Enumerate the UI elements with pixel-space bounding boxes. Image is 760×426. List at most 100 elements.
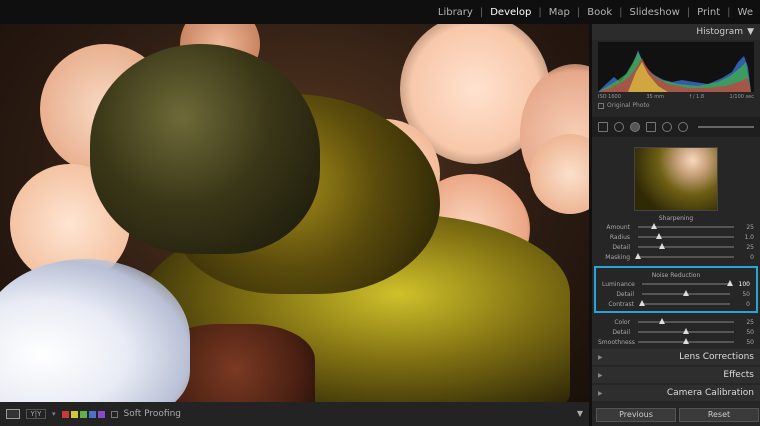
sharpening-slider-value[interactable]: 0	[738, 254, 754, 261]
reset-button[interactable]: Reset	[679, 408, 759, 422]
module-develop[interactable]: Develop	[483, 7, 538, 18]
loupe-view-icon[interactable]	[6, 409, 20, 419]
color-noise-slider-track[interactable]	[638, 338, 734, 344]
panel-lens-corrections[interactable]: ▶ Lens Corrections	[592, 349, 760, 365]
previous-button[interactable]: Previous	[596, 408, 676, 422]
original-photo-label: Original Photo	[607, 102, 650, 109]
red-eye-icon[interactable]	[630, 122, 640, 132]
luminance-slider-value[interactable]: 0	[734, 301, 750, 308]
color-noise-slider-label: Detail	[612, 328, 630, 336]
sharpening-slider-label: Detail	[612, 243, 630, 251]
luminance-sliders: Luminance 100 Detail 50 Contrast 0	[596, 279, 756, 309]
noise-reduction-highlight: Noise Reduction Luminance 100 Detail 50 Cont…	[594, 266, 758, 313]
module-library[interactable]: Library	[431, 7, 480, 18]
color-noise-slider-value[interactable]: 50	[738, 329, 754, 336]
sharpening-slider-value[interactable]: 1.0	[738, 234, 754, 241]
original-photo-checkbox[interactable]	[598, 102, 604, 109]
color-noise-slider-track[interactable]	[638, 318, 734, 324]
sharpening-slider-value[interactable]: 25	[738, 224, 754, 231]
color-noise-slider-thumb[interactable]	[683, 328, 689, 334]
sharpening-slider-row[interactable]: Masking 0	[592, 252, 760, 262]
color-noise-slider-thumb[interactable]	[659, 318, 665, 324]
tool-amount-slider[interactable]	[698, 126, 754, 128]
sharpening-slider-row[interactable]: Radius 1.0	[592, 232, 760, 242]
luminance-slider-track[interactable]	[642, 290, 730, 296]
develop-right-panel: Histogram ▼ ISO 1600 35 mm f / 1.8 1/100…	[589, 24, 760, 426]
color-noise-slider-value[interactable]: 50	[738, 339, 754, 346]
color-label-blue[interactable]	[88, 410, 96, 418]
luminance-slider-track[interactable]	[642, 280, 733, 286]
collapse-left-icon: ▶	[598, 389, 603, 397]
color-label-swatches	[61, 410, 105, 418]
soft-proofing-label: Soft Proofing	[123, 409, 182, 419]
luminance-slider-row[interactable]: Detail 50	[596, 289, 756, 299]
graduated-filter-icon[interactable]	[646, 122, 656, 132]
panel-camera-calibration[interactable]: ▶ Camera Calibration	[592, 385, 760, 401]
luminance-slider-track[interactable]	[639, 300, 730, 306]
color-noise-slider-row[interactable]: Smoothness 50	[592, 337, 760, 347]
sharpening-slider-value[interactable]: 25	[738, 244, 754, 251]
color-label-yellow[interactable]	[70, 410, 78, 418]
luminance-slider-thumb[interactable]	[639, 300, 645, 306]
spot-removal-icon[interactable]	[614, 122, 624, 132]
color-label-red[interactable]	[61, 410, 69, 418]
color-noise-slider-track[interactable]	[638, 328, 734, 334]
luminance-slider-row[interactable]: Contrast 0	[596, 299, 756, 309]
sharpening-slider-thumb[interactable]	[659, 243, 665, 249]
color-noise-slider-label: Color	[614, 318, 630, 326]
collapse-left-icon: ▶	[598, 353, 603, 361]
histogram-graph[interactable]	[598, 42, 754, 92]
luminance-slider-thumb[interactable]	[683, 290, 689, 296]
compare-view-button[interactable]: Y|Y	[26, 409, 46, 419]
iso-value: ISO 1600	[598, 94, 621, 100]
luminance-slider-label: Luminance	[602, 280, 635, 288]
sharpening-slider-track[interactable]	[638, 223, 734, 229]
sharpening-slider-row[interactable]: Amount 25	[592, 222, 760, 232]
original-photo-row[interactable]: Original Photo	[592, 100, 760, 111]
sharpening-slider-track[interactable]	[638, 233, 734, 239]
sharpening-slider-thumb[interactable]	[635, 253, 641, 259]
aperture-value: f / 1.8	[689, 94, 705, 100]
module-list: Library | Develop | Map | Book | Slidesh…	[431, 0, 760, 24]
collapse-triangle-icon[interactable]: ▼	[747, 27, 754, 37]
module-map[interactable]: Map	[542, 7, 577, 18]
module-slideshow[interactable]: Slideshow	[623, 7, 687, 18]
histogram-header[interactable]: Histogram ▼	[592, 24, 760, 40]
effects-label: Effects	[723, 370, 754, 380]
color-noise-slider-value[interactable]: 25	[738, 319, 754, 326]
luminance-slider-label: Detail	[616, 290, 634, 298]
module-picker-bar: Library | Develop | Map | Book | Slidesh…	[0, 0, 760, 24]
color-noise-slider-thumb[interactable]	[683, 338, 689, 344]
color-noise-slider-row[interactable]: Color 25	[592, 317, 760, 327]
sharpening-slider-track[interactable]	[638, 243, 734, 249]
toolbar-menu-icon[interactable]: ▼	[577, 409, 583, 418]
module-web[interactable]: We	[731, 7, 760, 18]
photo-canvas[interactable]	[0, 24, 589, 402]
luminance-slider-thumb[interactable]	[727, 280, 733, 286]
adjustment-brush-icon[interactable]	[678, 122, 688, 132]
radial-filter-icon[interactable]	[662, 122, 672, 132]
sharpening-slider-track[interactable]	[635, 253, 734, 259]
color-noise-sliders: Color 25 Detail 50 Smoothness 50	[592, 317, 760, 347]
color-label-purple[interactable]	[97, 410, 105, 418]
module-print[interactable]: Print	[690, 7, 727, 18]
sharpening-slider-label: Radius	[609, 233, 630, 241]
color-noise-slider-row[interactable]: Detail 50	[592, 327, 760, 337]
color-noise-slider-label: Smoothness	[598, 338, 635, 346]
module-book[interactable]: Book	[580, 7, 619, 18]
chevron-down-icon[interactable]: ▾	[52, 410, 56, 418]
sharpening-slider-thumb[interactable]	[651, 223, 658, 229]
color-label-green[interactable]	[79, 410, 87, 418]
panel-effects[interactable]: ▶ Effects	[592, 367, 760, 383]
focal-length: 35 mm	[646, 94, 665, 100]
crop-icon[interactable]	[598, 122, 608, 132]
detail-preview-thumbnail[interactable]	[634, 147, 718, 211]
soft-proofing-checkbox[interactable]	[110, 410, 118, 418]
luminance-slider-value[interactable]: 100	[734, 281, 750, 288]
collapse-left-icon: ▶	[598, 371, 603, 379]
histogram-svg	[598, 50, 751, 92]
luminance-slider-value[interactable]: 50	[734, 291, 750, 298]
luminance-slider-row[interactable]: Luminance 100	[596, 279, 756, 289]
sharpening-slider-row[interactable]: Detail 25	[592, 242, 760, 252]
sharpening-slider-thumb[interactable]	[656, 233, 663, 239]
